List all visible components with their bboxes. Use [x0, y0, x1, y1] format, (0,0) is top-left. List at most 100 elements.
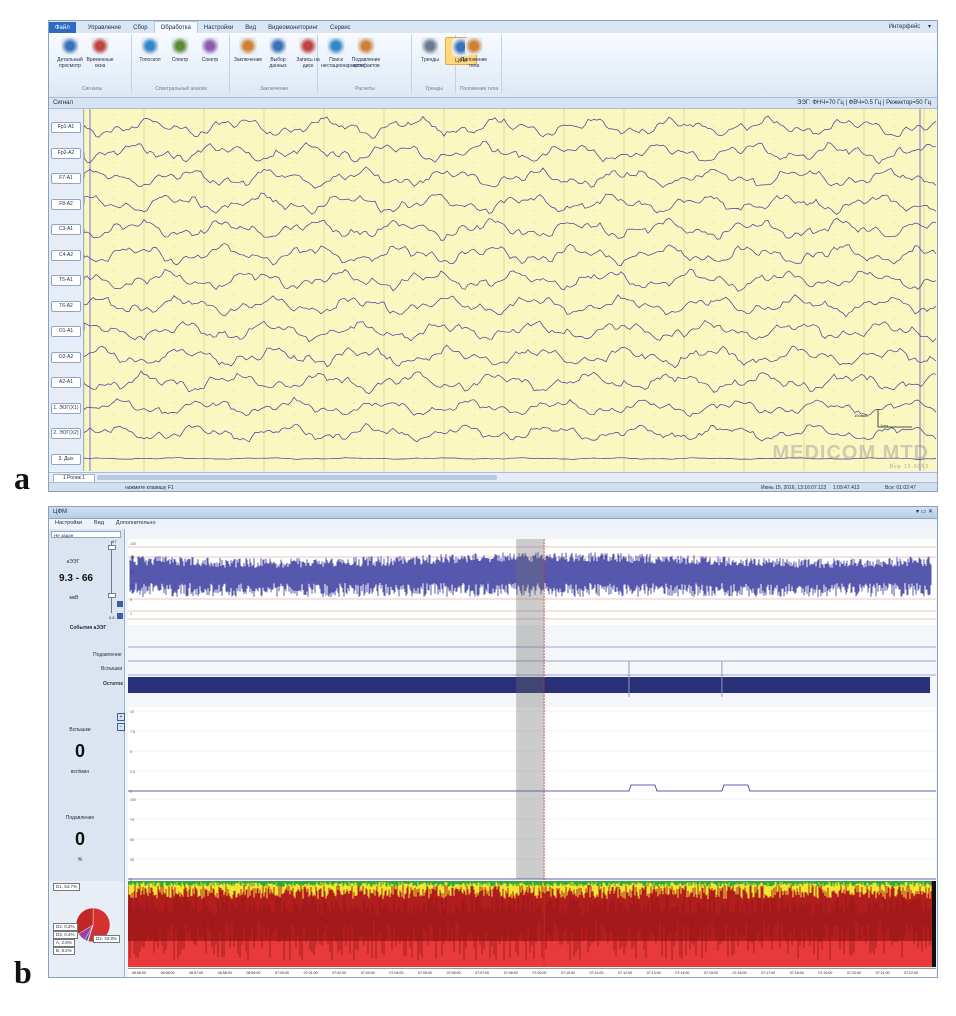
- channel-label-10[interactable]: A2-A1: [51, 377, 81, 388]
- page-scroll-row: 1 Ролик 1: [49, 472, 937, 483]
- ribbon-button-2-0[interactable]: Заключение: [233, 37, 263, 63]
- ribbon-icon-0-1: [91, 37, 109, 55]
- ribbon-button-3-0[interactable]: Поиск нестационарности: [321, 37, 364, 69]
- ribbon-button-3-1[interactable]: Подавление артефактов: [351, 37, 381, 69]
- ribbon-icon-4-0: [421, 37, 439, 55]
- ribbon-button-5-0[interactable]: Положение тела: [459, 37, 489, 69]
- time-tick-10: 07:05:00: [418, 971, 432, 975]
- channel-label-13[interactable]: 3. Дых: [51, 453, 81, 465]
- eeg-signal-area[interactable]: 100мкВ 1сек MEDICOM MTD Вер 10.0053: [84, 109, 937, 471]
- window-title: ЦФМ: [53, 509, 67, 515]
- ribbon-toolbar: Детальный просмотр Временные окна Сигналы Т…: [49, 33, 937, 98]
- time-tick-21: 07:16:00: [732, 971, 747, 975]
- channel-label-2[interactable]: F7-A1: [51, 173, 81, 184]
- ribbon-icon-3-1: [357, 37, 375, 55]
- aeeg-trace: 10050251051: [128, 542, 936, 620]
- slider-bottom-handle[interactable]: [108, 593, 116, 598]
- channel-label-12[interactable]: 2. ЭОГ(X2): [51, 428, 81, 439]
- aeeg-label: аЭЭГ: [66, 559, 80, 565]
- ribbon-button-label: Выбор данных: [269, 57, 287, 69]
- ribbon-button-label: Временные окна: [86, 57, 114, 69]
- ribbon-icon-2-0: [239, 37, 257, 55]
- ribbon-group-0: Детальный просмотр Временные окна Сигналы: [53, 35, 132, 93]
- events-row-residue: Остаток: [103, 681, 123, 687]
- bursts-axis-label-3: 2.5: [130, 770, 135, 774]
- channel-label-9[interactable]: O2-A2: [51, 351, 81, 363]
- slider-top-handle[interactable]: [108, 545, 116, 550]
- ribbon-group-3: Поиск нестационарности Подавление артефак…: [319, 35, 412, 93]
- ribbon-button-label: Спектр: [171, 57, 189, 63]
- bursts-axis-label-0: 10: [130, 710, 134, 714]
- dropdown-value: Не задан: [54, 533, 74, 538]
- filter-settings[interactable]: ЭЭГ: ФНЧ=70 Гц | ФВЧ=0.5 Гц | Режектор=5…: [797, 98, 931, 108]
- ribbon-button-2-1[interactable]: Выбор данных: [263, 37, 293, 69]
- horizontal-scrollbar[interactable]: [97, 475, 497, 480]
- time-tick-4: 06:59:00: [246, 971, 261, 975]
- status-date: Июнь 15, 2016, 13:16:07.113: [761, 485, 827, 491]
- events-row-suppression: Подавление: [93, 652, 122, 658]
- events-title: События аЭЭГ: [69, 625, 107, 631]
- cfm-menu-bar: Настройки Вид Дополнительно: [49, 519, 937, 528]
- figure-letter-b: b: [14, 954, 32, 990]
- spectrum-trace: [127, 881, 936, 967]
- interface-menu[interactable]: Интерфейс ▾: [883, 21, 931, 33]
- ribbon-button-label: Запись на диск: [296, 57, 320, 69]
- spectrum-plot[interactable]: [127, 881, 936, 967]
- channel-label-0[interactable]: Fp1-A1: [51, 122, 81, 133]
- zoom-in-icon[interactable]: +: [117, 713, 125, 721]
- ribbon-group-label: Спектральный анализ: [155, 86, 207, 92]
- bursts-plot[interactable]: 10 7.5 5 2.5 0: [128, 707, 936, 795]
- channel-label-11[interactable]: 1. ЭОГ(X1): [51, 402, 81, 414]
- channel-label-8[interactable]: O1-A1: [51, 326, 81, 337]
- pie-legend-0: D1, 54.7%: [53, 883, 81, 891]
- ribbon-button-0-0[interactable]: Детальный просмотр: [55, 37, 85, 69]
- ribbon-icon-2-1: [269, 37, 287, 55]
- ribbon-button-4-0[interactable]: Тренды: [415, 37, 445, 63]
- bursts-value: 0: [74, 741, 85, 761]
- bursts-side-panel: Вспышки 0 всп/мин + −: [49, 707, 125, 795]
- eeg-trace-0: [84, 115, 937, 139]
- time-tick-19: 07:14:00: [675, 971, 690, 975]
- channel-label-4[interactable]: C3-A1: [51, 224, 81, 235]
- scale-time: 1сек: [880, 423, 889, 428]
- ribbon-button-label: Топоскоп: [139, 57, 161, 63]
- ribbon-button-1-1[interactable]: Спектр: [165, 37, 195, 63]
- time-tick-26: 07:21:00: [875, 971, 890, 975]
- status-total: Все: 01:02:47: [885, 485, 916, 491]
- suppression-value: 0: [74, 829, 85, 849]
- zoom-out-icon[interactable]: −: [117, 723, 125, 731]
- window-controls[interactable]: ▾ ▭ ✕: [916, 507, 933, 518]
- ribbon-icon-1-2: [201, 37, 219, 55]
- aeeg-axis-label-4: 5: [130, 598, 132, 602]
- ribbon-button-0-1[interactable]: Временные окна: [85, 37, 115, 69]
- ribbon-group-label: Положение тела: [459, 86, 499, 92]
- time-tick-12: 07:07:00: [475, 971, 490, 975]
- channel-label-3[interactable]: F8-A2: [51, 198, 81, 210]
- bursts-axis-label-4: 0: [130, 790, 132, 794]
- ribbon-group-1: Топоскоп Спектр Спектр Спектральный анализ: [133, 35, 230, 93]
- save-icon[interactable]: [117, 601, 123, 607]
- settings-icon[interactable]: [117, 613, 123, 619]
- cfm-menu-item-0[interactable]: Настройки: [49, 519, 88, 528]
- cfm-menu-item-1[interactable]: Вид: [88, 519, 110, 528]
- ribbon-button-1-2[interactable]: Спектр: [195, 37, 225, 63]
- montage-dropdown[interactable]: Не задан: [51, 531, 121, 538]
- channel-label-6[interactable]: T5-A1: [51, 275, 81, 286]
- channel-label-5[interactable]: C4-A2: [51, 249, 81, 261]
- ribbon-button-1-0[interactable]: Топоскоп: [135, 37, 165, 63]
- figure-letter-a: a: [14, 460, 30, 496]
- ribbon-group-4: Тренды ЦФМ Тренды: [413, 35, 477, 93]
- eeg-trace-4: [84, 217, 937, 241]
- suppression-trace: 1007550250: [128, 798, 936, 882]
- watermark-version: Вер 10.0053: [889, 464, 929, 470]
- slider-top-value: 67: [112, 539, 117, 544]
- suppression-plot[interactable]: 100 75 50 25 0: [128, 795, 936, 882]
- aeeg-range-slider[interactable]: [108, 539, 116, 615]
- time-tick-22: 07:17:00: [761, 971, 776, 975]
- channel-label-7[interactable]: T6-A2: [51, 300, 81, 312]
- eeg-trace-12: [84, 422, 937, 443]
- channel-label-1[interactable]: Fp2-A2: [51, 147, 81, 159]
- aeeg-trend-plot[interactable]: 100 50 25 10 5 1: [128, 539, 936, 625]
- ribbon-button-label: Детальный просмотр: [57, 57, 83, 69]
- cfm-menu-item-2[interactable]: Дополнительно: [110, 519, 162, 528]
